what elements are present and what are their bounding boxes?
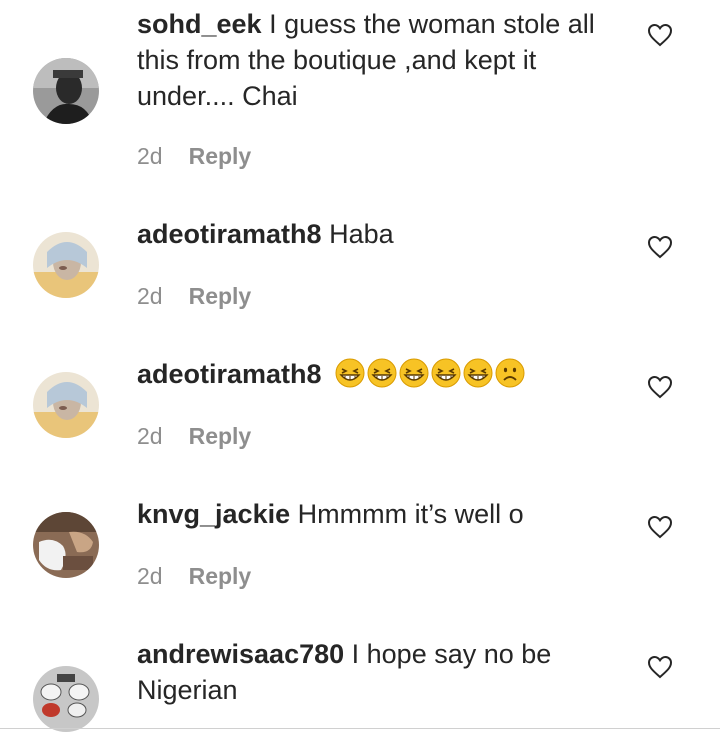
- grinning-squinting-face-icon: [431, 358, 461, 388]
- avatar-photo: [33, 666, 99, 732]
- comment-time: 2d: [137, 563, 163, 589]
- emoji-list: [335, 358, 527, 389]
- reply-button[interactable]: Reply: [189, 563, 252, 589]
- avatar[interactable]: [33, 666, 99, 732]
- avatar[interactable]: [33, 372, 99, 438]
- comment-text: adeotiramath8 Haba: [137, 216, 617, 252]
- comment-time: 2d: [137, 283, 163, 309]
- comment-meta: 2d Reply: [137, 563, 251, 590]
- comment-meta: 2d Reply: [137, 143, 251, 170]
- reply-button[interactable]: Reply: [189, 423, 252, 449]
- avatar-photo: [33, 58, 99, 124]
- heart-icon[interactable]: [647, 515, 673, 539]
- comment-username[interactable]: andrewisaac780: [137, 639, 344, 669]
- comment-text: knvg_jackie Hmmmm it’s well o: [137, 496, 617, 532]
- heart-icon[interactable]: [647, 655, 673, 679]
- reply-button[interactable]: Reply: [189, 283, 252, 309]
- avatar[interactable]: [33, 232, 99, 298]
- comment-meta: 2d Reply: [137, 283, 251, 310]
- comment-time: 2d: [137, 143, 163, 169]
- comment-meta: 2d Reply: [137, 423, 251, 450]
- avatar-photo: [33, 372, 99, 438]
- grinning-squinting-face-icon: [463, 358, 493, 388]
- comment-text: adeotiramath8: [137, 356, 617, 392]
- comment-text: andrewisaac780 I hope say no be Nigerian: [137, 636, 617, 708]
- avatar-photo: [33, 512, 99, 578]
- grinning-squinting-face-icon: [399, 358, 429, 388]
- comment-username[interactable]: adeotiramath8: [137, 219, 322, 249]
- avatar[interactable]: [33, 512, 99, 578]
- comment-text: sohd_eek I guess the woman stole all thi…: [137, 6, 617, 114]
- reply-button[interactable]: Reply: [189, 143, 252, 169]
- heart-icon[interactable]: [647, 235, 673, 259]
- divider: [0, 728, 720, 729]
- avatar-photo: [33, 232, 99, 298]
- comment-body: Haba: [321, 219, 394, 249]
- heart-icon[interactable]: [647, 375, 673, 399]
- comment-time: 2d: [137, 423, 163, 449]
- avatar[interactable]: [33, 58, 99, 124]
- comment-username[interactable]: knvg_jackie: [137, 499, 290, 529]
- comment-body: Hmmmm it’s well o: [290, 499, 524, 529]
- comment-username[interactable]: adeotiramath8: [137, 359, 322, 389]
- frowning-face-icon: [495, 358, 525, 388]
- heart-icon[interactable]: [647, 23, 673, 47]
- grinning-squinting-face-icon: [335, 358, 365, 388]
- comment-username[interactable]: sohd_eek: [137, 9, 262, 39]
- grinning-squinting-face-icon: [367, 358, 397, 388]
